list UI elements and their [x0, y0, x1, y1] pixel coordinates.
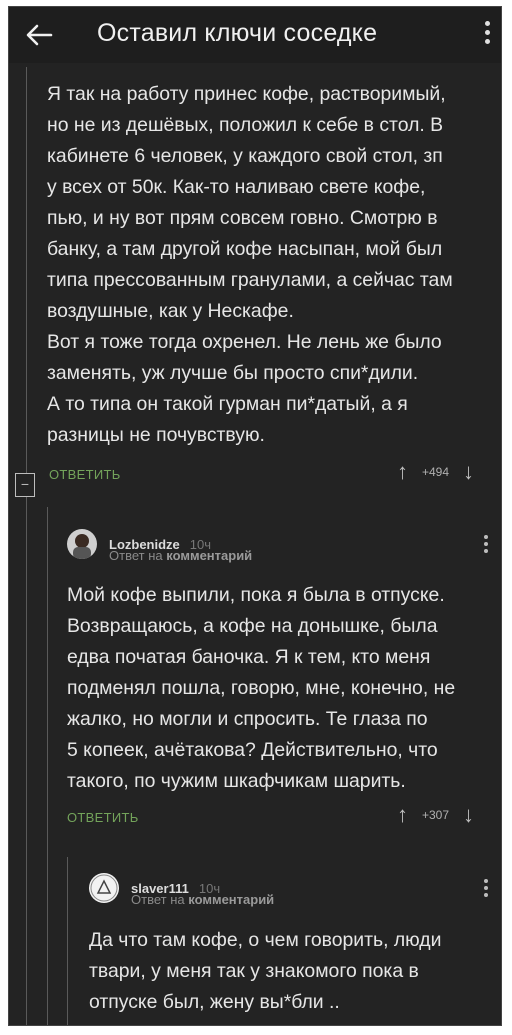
vote-panel: ↑ +307 ↓ [397, 802, 474, 828]
downvote-icon[interactable]: ↓ [463, 802, 474, 828]
comment-menu-icon[interactable] [483, 535, 489, 557]
comment-menu-icon[interactable] [483, 879, 489, 901]
back-arrow-icon[interactable] [23, 19, 55, 51]
page-title: Оставил ключи соседке [97, 19, 378, 47]
comment-text: Я так на работу принес кофе, растворимый… [47, 83, 453, 446]
thread-line-level-2 [67, 857, 68, 1025]
upvote-icon[interactable]: ↑ [397, 802, 408, 828]
reply-to-prefix: Ответ на [109, 548, 163, 563]
reply-button[interactable]: ОТВЕТИТЬ [67, 810, 139, 825]
vote-count: +494 [422, 465, 450, 479]
reply-to-link[interactable]: комментарий [166, 548, 252, 563]
vote-panel: ↑ +494 ↓ [397, 459, 474, 485]
reply-to-link[interactable]: комментарий [188, 892, 274, 907]
reply-button[interactable]: ОТВЕТИТЬ [49, 467, 121, 482]
comment-text: Мой кофе выпили, пока я была в отпуске. … [67, 584, 456, 792]
app-screen: Оставил ключи соседке − Я так на работу … [8, 6, 502, 1026]
reply-to-prefix: Ответ на [131, 892, 185, 907]
collapse-thread-button[interactable]: − [15, 473, 35, 497]
avatar[interactable] [89, 873, 119, 903]
vote-count: +307 [422, 808, 450, 822]
top-bar: Оставил ключи соседке [9, 7, 501, 63]
thread-line-level-1 [47, 507, 48, 1025]
reply-to-label: Ответ на комментарий [109, 548, 252, 563]
comment-text: Да что там кофе, о чем говорить, люди тв… [89, 929, 442, 1013]
reply-to-label: Ответ на комментарий [131, 892, 274, 907]
downvote-icon[interactable]: ↓ [463, 459, 474, 485]
thread-line-root [26, 67, 27, 1025]
upvote-icon[interactable]: ↑ [397, 459, 408, 485]
avatar[interactable] [67, 529, 97, 559]
more-menu-icon[interactable] [483, 21, 491, 49]
